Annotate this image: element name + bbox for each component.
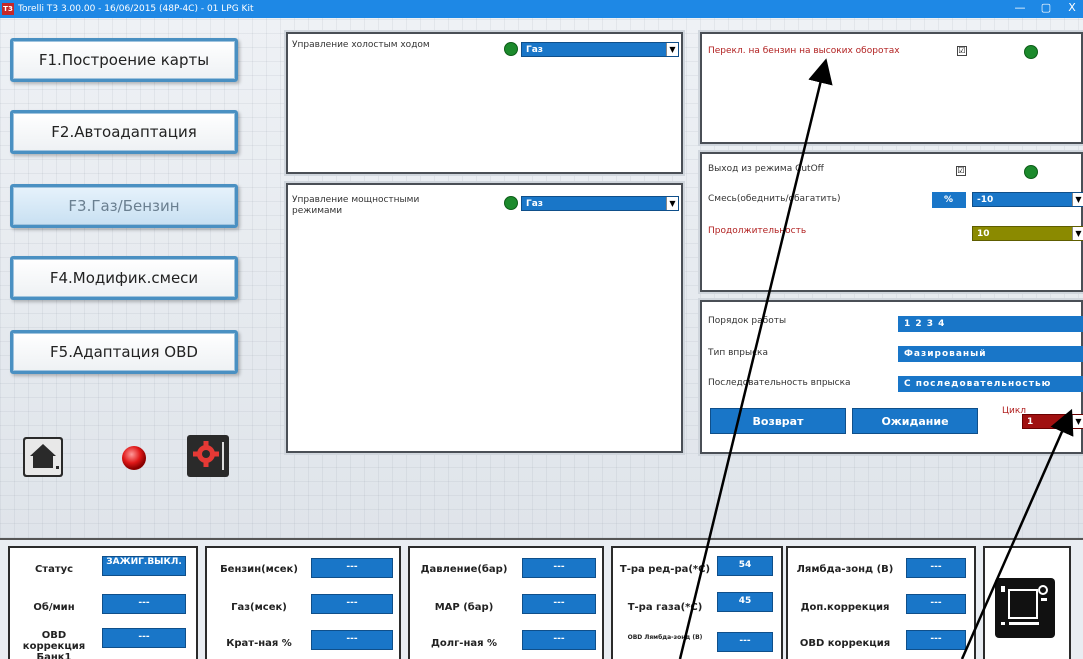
high-rpm-indicator <box>1024 45 1038 59</box>
obd-correction-value: --- <box>906 630 966 650</box>
high-rpm-panel: Перекл. на бензин на высоких оборотах ☑ <box>700 32 1083 144</box>
duration-label: Продолжительность <box>708 226 807 236</box>
settings-gear-icon[interactable] <box>186 434 230 478</box>
pressure-label: Давление(бар) <box>420 564 508 575</box>
injection-seq-value: С последовательностью <box>898 376 1083 392</box>
window-title: Torelli T3 3.00.00 - 16/06/2015 (48P-4C)… <box>18 4 254 14</box>
cutoff-label: Выход из режима CutOff <box>708 164 824 174</box>
obd-bank1-label: OBD коррекция Банк1 <box>22 630 86 659</box>
power-status-indicator <box>504 196 518 210</box>
order-label: Порядок работы <box>708 316 787 326</box>
reducer-temp-value: 54 <box>717 556 773 576</box>
obd-lambda-label: OBD Лямбда-зонд (В) <box>627 634 703 641</box>
cycle-select[interactable]: 1 ▼ <box>1022 414 1083 429</box>
short-term-value: --- <box>311 630 393 650</box>
duration-select[interactable]: 10 ▼ <box>972 226 1083 241</box>
obd-correction-label: OBD коррекция <box>799 638 891 649</box>
short-term-label: Крат-ная % <box>226 638 292 649</box>
f5-obd-adapt-button[interactable]: F5.Адаптация OBD <box>10 330 238 374</box>
sequence-panel: Порядок работы 1 2 3 4 Тип впрыска Фазир… <box>700 300 1083 454</box>
long-term-label: Долг-ная % <box>430 638 498 649</box>
mix-value: -10 <box>977 195 994 205</box>
high-rpm-label: Перекл. на бензин на высоких оборотах <box>708 46 900 56</box>
idle-fuel-value: Газ <box>526 45 544 55</box>
f4-mix-modify-button[interactable]: F4.Модифик.смеси <box>10 256 238 300</box>
lambda-label: Лямбда-зонд (В) <box>796 564 894 575</box>
gas-temp-value: 45 <box>717 592 773 612</box>
chevron-down-icon[interactable]: ▼ <box>666 197 678 210</box>
chevron-down-icon[interactable]: ▼ <box>666 43 678 56</box>
f1-map-button[interactable]: F1.Построение карты <box>10 38 238 82</box>
ecu-device-icon <box>993 576 1057 640</box>
power-control-panel: Управление мощностными режимами Газ ▼ <box>286 183 683 453</box>
f3-gas-petrol-button[interactable]: F3.Газ/Бензин <box>10 184 238 228</box>
cutoff-panel: Выход из режима CutOff ☑ Смесь(обеднить/… <box>700 152 1083 292</box>
status-group-2: Бензин(мсек) --- Газ(мсек) --- Крат-ная … <box>205 546 401 659</box>
power-control-label: Управление мощностными режимами <box>292 195 420 216</box>
injection-seq-label: Последовательность впрыска <box>708 378 851 388</box>
window-titlebar: T3 Torelli T3 3.00.00 - 16/06/2015 (48P-… <box>0 0 1083 18</box>
map-label: MAP (бар) <box>434 602 494 613</box>
status-group-1: Статус ЗАЖИГ.ВЫКЛ. Об/мин --- OBD коррек… <box>8 546 198 659</box>
add-correction-value: --- <box>906 594 966 614</box>
back-button[interactable]: Возврат <box>710 408 846 434</box>
minimize-button[interactable]: — <box>1010 1 1030 14</box>
rpm-label: Об/мин <box>33 602 75 613</box>
map-value: --- <box>522 594 596 614</box>
status-group-3: Давление(бар) --- MAP (бар) --- Долг-ная… <box>408 546 604 659</box>
lambda-value: --- <box>906 558 966 578</box>
status-value: ЗАЖИГ.ВЫКЛ. <box>102 556 186 576</box>
injection-type-value: Фазированый <box>898 346 1083 362</box>
petrol-ms-label: Бензин(мсек) <box>220 564 298 575</box>
cycle-value: 1 <box>1027 417 1034 427</box>
duration-value: 10 <box>977 229 990 239</box>
status-led-red-icon <box>120 444 148 472</box>
wait-button[interactable]: Ожидание <box>852 408 978 434</box>
injection-type-label: Тип впрыска <box>708 348 768 358</box>
obd-lambda-value: --- <box>717 632 773 652</box>
app-icon: T3 <box>2 3 14 15</box>
pressure-value: --- <box>522 558 596 578</box>
petrol-ms-value: --- <box>311 558 393 578</box>
status-label: Статус <box>34 564 74 575</box>
power-fuel-value: Газ <box>526 199 544 209</box>
power-fuel-select[interactable]: Газ ▼ <box>521 196 679 211</box>
order-value: 1 2 3 4 <box>898 316 1083 332</box>
chevron-down-icon[interactable]: ▼ <box>1072 227 1083 240</box>
device-box <box>983 546 1071 659</box>
gas-ms-value: --- <box>311 594 393 614</box>
obd-bank1-value: --- <box>102 628 186 648</box>
long-term-value: --- <box>522 630 596 650</box>
cutoff-checkbox[interactable]: ☑ <box>956 166 966 176</box>
status-bar: Статус ЗАЖИГ.ВЫКЛ. Об/мин --- OBD коррек… <box>0 538 1083 659</box>
cutoff-indicator <box>1024 165 1038 179</box>
idle-control-panel: Управление холостым ходом Газ ▼ <box>286 32 683 174</box>
f2-autoadapt-button[interactable]: F2.Автоадаптация <box>10 110 238 154</box>
reducer-temp-label: Т-ра ред-ра(*С) <box>619 564 711 575</box>
idle-control-label: Управление холостым ходом <box>292 40 430 50</box>
maximize-button[interactable]: ▢ <box>1036 1 1056 14</box>
add-correction-label: Доп.коррекция <box>800 602 890 613</box>
close-button[interactable]: X <box>1062 1 1082 14</box>
idle-status-indicator <box>504 42 518 56</box>
chevron-down-icon[interactable]: ▼ <box>1072 193 1083 206</box>
chevron-down-icon[interactable]: ▼ <box>1072 415 1083 428</box>
idle-fuel-select[interactable]: Газ ▼ <box>521 42 679 57</box>
home-icon[interactable] <box>22 436 64 478</box>
gas-temp-label: Т-ра газа(*С) <box>627 602 703 613</box>
gas-ms-label: Газ(мсек) <box>231 602 287 613</box>
mix-value-select[interactable]: -10 ▼ <box>972 192 1083 207</box>
mix-percent-button[interactable]: % <box>932 192 966 208</box>
status-group-4: Т-ра ред-ра(*С) 54 Т-ра газа(*С) 45 OBD … <box>611 546 783 659</box>
mix-label: Смесь(обеднить/обагатить) <box>708 194 841 204</box>
rpm-value: --- <box>102 594 186 614</box>
status-group-5: Лямбда-зонд (В) --- Доп.коррекция --- OB… <box>786 546 976 659</box>
high-rpm-checkbox[interactable]: ☑ <box>957 46 967 56</box>
